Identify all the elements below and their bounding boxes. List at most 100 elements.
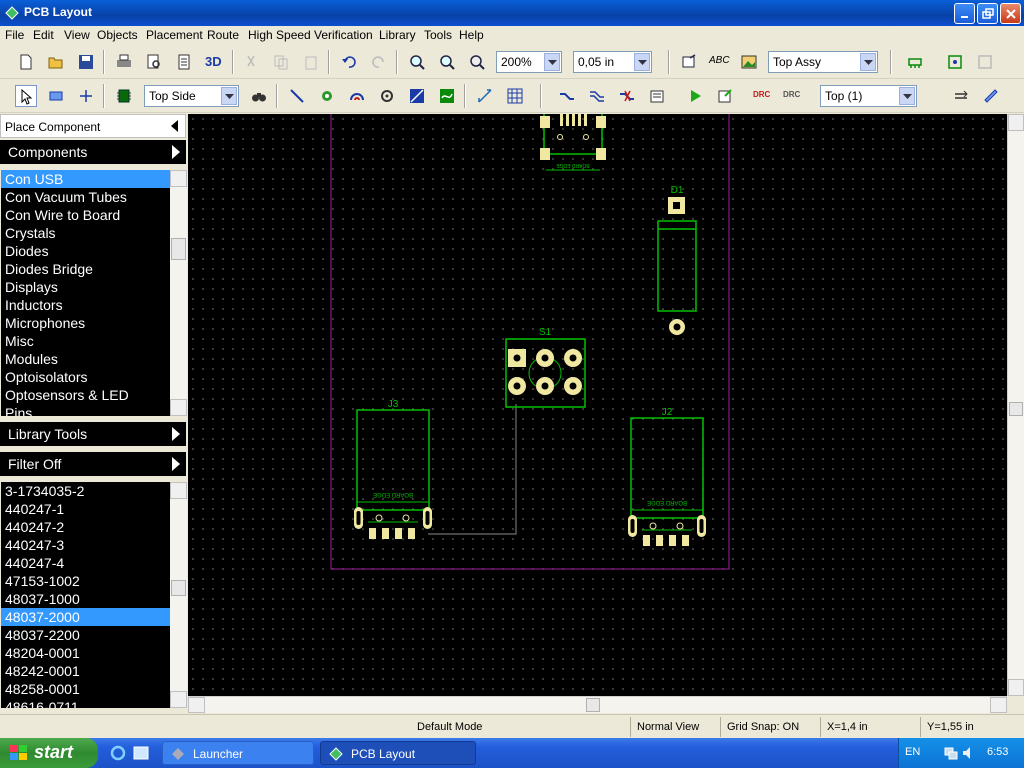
part-list-item[interactable]: 48258-0001 xyxy=(1,680,187,698)
open-file-button[interactable] xyxy=(45,51,67,73)
part-list-item[interactable]: 48037-2200 xyxy=(1,626,187,644)
undo-icon[interactable] xyxy=(338,51,360,73)
usb-connector-footprint[interactable]: BOARD EDGE xyxy=(540,114,606,171)
zoom-fit-icon[interactable] xyxy=(466,51,488,73)
menu-view[interactable]: View xyxy=(64,28,90,42)
part-list-item[interactable]: 48242-0001 xyxy=(1,662,187,680)
menu-tools[interactable]: Tools xyxy=(424,28,452,42)
part-list-item[interactable]: 440247-2 xyxy=(1,518,187,536)
find-binoculars-icon[interactable] xyxy=(248,85,270,107)
internet-explorer-icon[interactable] xyxy=(110,745,126,761)
scroll-down-icon[interactable] xyxy=(170,691,187,708)
trace-line-icon[interactable] xyxy=(286,85,308,107)
menu-high-speed[interactable]: High Speed xyxy=(248,28,311,42)
3d-view-button[interactable]: 3D xyxy=(203,51,225,73)
cut-icon[interactable] xyxy=(240,51,262,73)
filter-header[interactable]: Filter Off xyxy=(0,452,186,476)
layer-select[interactable]: Top (1) xyxy=(820,85,917,107)
zoom-out-icon[interactable] xyxy=(436,51,458,73)
spell-check-icon[interactable]: ABC xyxy=(708,51,730,73)
scroll-down-icon[interactable] xyxy=(1008,679,1024,696)
d1-diode-footprint[interactable]: D1 xyxy=(657,185,697,335)
disabled-tool-icon[interactable] xyxy=(974,51,996,73)
restore-button[interactable] xyxy=(977,3,998,24)
category-list-item[interactable]: Con Wire to Board xyxy=(1,206,187,224)
category-list-item[interactable]: Diodes xyxy=(1,242,187,260)
menu-placement[interactable]: Placement xyxy=(146,28,203,42)
close-button[interactable] xyxy=(1000,3,1021,24)
part-list-item[interactable]: 48037-2000 xyxy=(1,608,187,626)
part-list[interactable]: 3-1734035-2 440247-1 440247-2 440247-3 44024… xyxy=(1,482,187,708)
category-list-item[interactable]: Modules xyxy=(1,350,187,368)
part-list-item[interactable]: 48204-0001 xyxy=(1,644,187,662)
image-icon[interactable] xyxy=(738,51,760,73)
crosshair-icon[interactable] xyxy=(75,85,97,107)
menu-library[interactable]: Library xyxy=(379,28,416,42)
pcb-canvas[interactable]: BOARD EDGE D1 S1 J3 BOARD EDGE J2 BOARD … xyxy=(188,114,1007,696)
language-indicator[interactable]: EN xyxy=(905,746,920,758)
table-grid-icon[interactable] xyxy=(504,85,526,107)
via-icon[interactable] xyxy=(376,85,398,107)
menu-help[interactable]: Help xyxy=(459,28,484,42)
zoom-in-icon[interactable] xyxy=(406,51,428,73)
part-list-item[interactable]: 440247-3 xyxy=(1,536,187,554)
category-list[interactable]: Con USB Con Vacuum Tubes Con Wire to Board… xyxy=(1,170,187,416)
scroll-thumb[interactable] xyxy=(1009,402,1023,416)
route-trace-icon[interactable] xyxy=(556,85,578,107)
canvas-vertical-scrollbar[interactable] xyxy=(1007,114,1024,696)
drc-check-icon[interactable]: DRC xyxy=(752,85,774,107)
net-list-icon[interactable] xyxy=(646,85,668,107)
s1-switch-footprint[interactable]: S1 xyxy=(505,327,586,408)
print-button[interactable] xyxy=(113,51,135,73)
start-button[interactable]: start xyxy=(0,738,98,768)
export-icon[interactable] xyxy=(714,85,736,107)
part-list-item[interactable]: 440247-1 xyxy=(1,500,187,518)
zoom-select[interactable]: 200% xyxy=(496,51,562,73)
j2-connector-footprint[interactable]: J2 BOARD EDGE xyxy=(628,407,706,546)
report-button[interactable] xyxy=(173,51,195,73)
collapse-panel-icon[interactable] xyxy=(171,120,179,132)
dimension-icon[interactable] xyxy=(474,85,496,107)
scroll-right-icon[interactable] xyxy=(990,697,1007,713)
redo-icon[interactable] xyxy=(368,51,390,73)
component-group-icon[interactable] xyxy=(944,51,966,73)
category-list-item[interactable]: Optosensors & LED xyxy=(1,386,187,404)
menu-file[interactable]: File xyxy=(5,28,24,42)
layer-settings-icon[interactable] xyxy=(980,85,1002,107)
new-file-button[interactable] xyxy=(15,51,37,73)
save-button[interactable] xyxy=(75,51,97,73)
menu-route[interactable]: Route xyxy=(207,28,239,42)
menu-verification[interactable]: Verification xyxy=(314,28,373,42)
select-area-icon[interactable] xyxy=(45,85,67,107)
scroll-thumb[interactable] xyxy=(171,238,186,260)
side-select[interactable]: Top Side xyxy=(144,85,239,107)
pad-icon[interactable] xyxy=(316,85,338,107)
arc-icon[interactable] xyxy=(346,85,368,107)
assy-layer-select[interactable]: Top Assy xyxy=(768,51,878,73)
category-list-item[interactable]: Optoisolators xyxy=(1,368,187,386)
copper-pour-icon[interactable] xyxy=(406,85,428,107)
category-list-item[interactable]: Diodes Bridge xyxy=(1,260,187,278)
scroll-thumb[interactable] xyxy=(171,580,186,596)
network-icon[interactable] xyxy=(943,745,959,761)
drc-report-icon[interactable]: DRC xyxy=(782,85,804,107)
minimize-button[interactable] xyxy=(954,3,975,24)
components-header[interactable]: Components xyxy=(0,140,186,164)
taskbar-pcb-layout-button[interactable]: PCB Layout xyxy=(320,741,476,765)
category-list-item[interactable]: Misc xyxy=(1,332,187,350)
category-list-item[interactable]: Displays xyxy=(1,278,187,296)
part-scrollbar[interactable] xyxy=(170,482,187,708)
library-tools-header[interactable]: Library Tools xyxy=(0,422,186,446)
category-list-item[interactable]: Microphones xyxy=(1,314,187,332)
switch-layer-icon[interactable] xyxy=(950,85,972,107)
grid-select[interactable]: 0,05 in xyxy=(573,51,652,73)
taskbar-launcher-button[interactable]: Launcher xyxy=(162,741,314,765)
scroll-up-icon[interactable] xyxy=(170,170,187,187)
copy-icon[interactable] xyxy=(270,51,292,73)
category-list-item[interactable]: Pins xyxy=(1,404,187,416)
volume-icon[interactable] xyxy=(961,745,977,761)
polygon-icon[interactable] xyxy=(436,85,458,107)
part-list-item[interactable]: 47153-1002 xyxy=(1,572,187,590)
category-list-item[interactable]: Con USB xyxy=(1,170,187,188)
run-play-icon[interactable] xyxy=(684,85,706,107)
